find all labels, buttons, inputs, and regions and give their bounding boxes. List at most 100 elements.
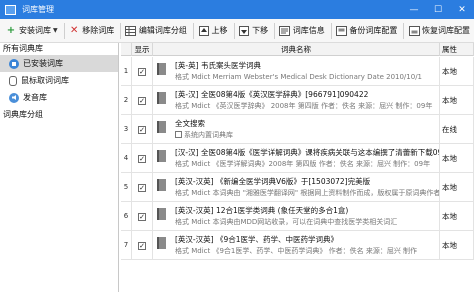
- toolbar-divider: [63, 22, 65, 39]
- toolbar-divider: [233, 22, 235, 39]
- dictionary-title: [英汉-汉英] 《新编全医学词典V6版》于[1503072]完美版: [175, 177, 371, 186]
- sidebar-item-pronunciation[interactable]: 发音库: [0, 89, 118, 106]
- maximize-button[interactable]: ☐: [426, 0, 450, 19]
- book-icon: [157, 150, 166, 162]
- dictionary-info-button[interactable]: 词库信息: [277, 21, 329, 41]
- restore-config-button[interactable]: 恢复词库配置: [406, 21, 474, 41]
- dictionary-description: 格式 Mdict 本词典由 "湘雅医学翻译网" 根据网上资料制作而成，版权属于原…: [175, 189, 440, 197]
- sidebar-item-label: 已安装词库: [23, 59, 63, 68]
- rownum-column-header[interactable]: [121, 43, 132, 56]
- close-button[interactable]: ✕: [450, 0, 474, 19]
- dictionary-description: 格式 Mdict 《医学详解词典》2008年 第四版 作者：佚名 来源：屈兴 制…: [175, 160, 431, 168]
- attribute-cell: 本地: [440, 144, 474, 173]
- dictionary-title: [英-英] 韦氏案头医学词典: [175, 61, 261, 70]
- dictionary-description-line: 格式 Mdict 《医学详解词典》2008年 第四版 作者：佚名 来源：屈兴 制…: [175, 159, 430, 169]
- dictionary-title: [英汉-汉英] 《9合1医学、药学、中医药学词典》: [175, 235, 338, 244]
- show-column-header[interactable]: 显示: [132, 43, 153, 56]
- dictionary-name-cell: [英-英] 韦氏案头医学词典格式 Mdict Merriam Webster's…: [153, 57, 440, 86]
- dictionary-description: 格式 Mdict 本词典由MDD网站收录，可以在词典中查找医学类相关词汇: [175, 218, 398, 226]
- row-number: 4: [121, 144, 132, 173]
- move-up-label: 上移: [211, 26, 228, 35]
- attribute-cell: 本地: [440, 231, 474, 260]
- book-icon: [157, 92, 166, 104]
- table-row[interactable]: 3 ✓ 全文搜索 系统内置词典库 在线: [121, 115, 474, 144]
- backup-icon: [335, 25, 347, 37]
- sidebar-item-installed[interactable]: 已安装词库: [0, 55, 118, 72]
- title-bar: 词库管理 — ☐ ✕: [0, 0, 474, 19]
- info-list-icon: [279, 25, 291, 37]
- table-row[interactable]: 5 ✓ [英汉-汉英] 《新编全医学词典V6版》于[1503072]完美版 格式 Md…: [121, 173, 474, 202]
- dictionary-name-cell: 全文搜索系统内置词典库: [153, 115, 440, 144]
- row-number: 7: [121, 231, 132, 260]
- show-cell: ✓: [132, 115, 153, 144]
- app-icon: [5, 4, 16, 15]
- table-header: 显示 词典名称 属性: [121, 43, 474, 56]
- dictionary-description: 格式 Mdict 《英汉医学辞典》 2008年 第四版 作者：佚名 来源：屈兴 …: [175, 102, 433, 110]
- chevron-down-icon: ▼: [53, 27, 58, 34]
- dictionary-name-cell: [英汉-汉英] 《9合1医学、药学、中医药学词典》 格式 Mdict 《9合1医学…: [153, 231, 440, 260]
- arrow-up-icon: [198, 25, 210, 37]
- install-dictionary-button[interactable]: + 安装词库 ▼: [3, 21, 62, 41]
- remove-x-icon: ✕: [70, 24, 79, 36]
- install-label: 安装词库: [19, 26, 51, 35]
- show-cell: ✓: [132, 202, 153, 231]
- row-number: 1: [121, 57, 132, 86]
- table-row[interactable]: 4 ✓ [汉-汉] 全医08第4版《医学详解词典》课将疾病关联与这本编撰了清蕾新下载…: [121, 144, 474, 173]
- dictionary-title: [英汉-汉英] 12合1医学类词典 (象任天堂的多合1盒): [175, 206, 349, 215]
- edit-group-button[interactable]: 编辑词库分组: [123, 21, 191, 41]
- table-row[interactable]: 7 ✓ [英汉-汉英] 《9合1医学、药学、中医药学词典》 格式 Mdict 《9合1…: [121, 231, 474, 260]
- book-icon: [157, 179, 166, 191]
- book-icon: [157, 121, 166, 133]
- show-checkbox[interactable]: ✓: [138, 125, 146, 134]
- name-column-header[interactable]: 词典名称: [153, 43, 440, 56]
- table-row[interactable]: 2 ✓ [英-汉] 全医08第4版《英汉医学辞典》[966791]090422 格式 …: [121, 86, 474, 115]
- edit-group-label: 编辑词库分组: [138, 26, 187, 35]
- all-libraries-header[interactable]: 所有词典库: [0, 43, 118, 55]
- show-cell: ✓: [132, 86, 153, 115]
- show-checkbox[interactable]: ✓: [138, 183, 146, 192]
- minimize-button[interactable]: —: [402, 0, 426, 19]
- move-up-button[interactable]: 上移: [196, 21, 232, 41]
- arrow-down-icon: [238, 25, 250, 37]
- show-cell: ✓: [132, 57, 153, 86]
- dictionary-title: 全文搜索: [175, 119, 205, 128]
- installed-icon: [9, 58, 19, 69]
- show-checkbox[interactable]: ✓: [138, 241, 146, 250]
- attribute-cell: 本地: [440, 173, 474, 202]
- dictionary-description-line: 格式 Mdict Merriam Webster's Medical Desk …: [175, 72, 422, 82]
- show-checkbox[interactable]: ✓: [138, 67, 146, 76]
- dictionary-table: 显示 词典名称 属性 1 ✓ [英-英] 韦氏案头医学词典格式 Mdict Merr…: [121, 43, 474, 292]
- speaker-icon: [9, 92, 19, 103]
- dictionary-description: 格式 Mdict Merriam Webster's Medical Desk …: [175, 73, 423, 81]
- attribute-cell: 本地: [440, 57, 474, 86]
- remove-dictionary-button[interactable]: ✕ 移除词库: [66, 21, 118, 41]
- show-checkbox[interactable]: ✓: [138, 154, 146, 163]
- dictionary-title: [英-汉] 全医08第4版《英汉医学辞典》[966791]090422: [175, 90, 369, 99]
- move-down-button[interactable]: 下移: [236, 21, 272, 41]
- dictionary-name-cell: [英汉-汉英] 《新编全医学词典V6版》于[1503072]完美版格式 Mdic…: [153, 173, 440, 202]
- backup-config-button[interactable]: 备份词库配置: [333, 21, 401, 41]
- sidebar-item-mouse-lookup[interactable]: 鼠标取词词库: [0, 72, 118, 89]
- attr-column-header[interactable]: 属性: [440, 43, 474, 56]
- dictionary-description-line: 格式 Mdict 本词典由 "湘雅医学翻译网" 根据网上资料制作而成，版权属于原…: [175, 188, 440, 198]
- remove-label: 移除词库: [82, 26, 115, 35]
- table-row[interactable]: 1 ✓ [英-英] 韦氏案头医学词典格式 Mdict Merriam Webster…: [121, 57, 474, 86]
- restore-config-label: 恢复词库配置: [422, 26, 470, 35]
- dictionary-info-label: 词库信息: [292, 26, 325, 35]
- show-checkbox[interactable]: ✓: [138, 96, 146, 105]
- row-number: 3: [121, 115, 132, 144]
- sidebar-item-label: 鼠标取词词库: [21, 76, 69, 85]
- mouse-icon: [9, 75, 17, 86]
- show-cell: ✓: [132, 144, 153, 173]
- show-cell: ✓: [132, 173, 153, 202]
- dictionary-group-header[interactable]: 词典库分组: [0, 108, 118, 122]
- toolbar-divider: [274, 22, 275, 39]
- table-row[interactable]: 6 ✓ [英汉-汉英] 12合1医学类词典 (象任天堂的多合1盒) 格式 Mdict …: [121, 202, 474, 231]
- attribute-cell: 本地: [440, 86, 474, 115]
- show-checkbox[interactable]: ✓: [138, 212, 146, 221]
- dictionary-description-line: 格式 Mdict 本词典由MDD网站收录，可以在词典中查找医学类相关词汇: [175, 217, 397, 227]
- dictionary-name-cell: [英-汉] 全医08第4版《英汉医学辞典》[966791]090422 格式 Md…: [153, 86, 440, 115]
- dictionary-title: [汉-汉] 全医08第4版《医学详解词典》课将疾病关联与这本编撰了清蕾新下载09…: [175, 148, 440, 157]
- sidebar: 所有词典库 已安装词库 鼠标取词词库 发音库 词典库分组: [0, 43, 119, 292]
- dictionary-description-line: 系统内置词典库: [175, 130, 233, 140]
